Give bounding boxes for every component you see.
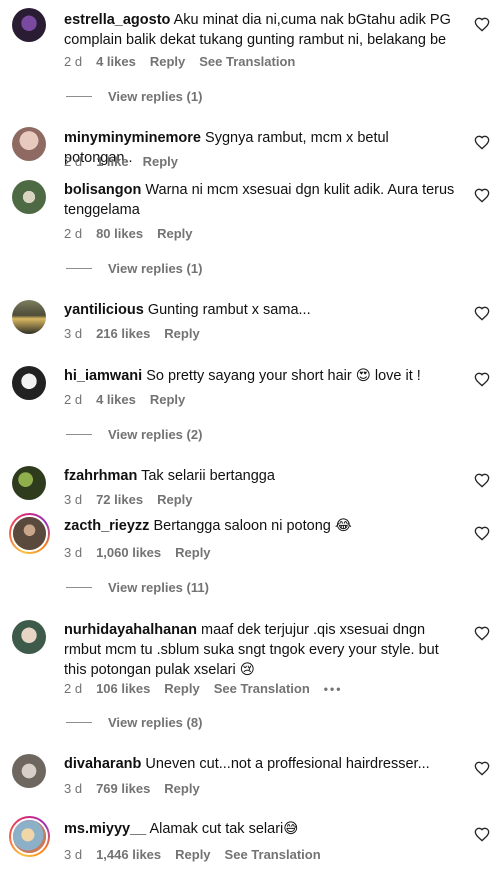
comment-likes[interactable]: 4 likes xyxy=(96,54,136,69)
reply-button[interactable]: Reply xyxy=(157,492,192,507)
view-replies-button[interactable]: View replies (11) xyxy=(66,580,209,595)
avatar[interactable] xyxy=(12,180,46,214)
view-replies-button[interactable]: View replies (8) xyxy=(66,715,202,730)
comment-meta: 2 d 106 likes Reply See Translation ••• xyxy=(64,681,356,696)
comment-username[interactable]: bolisangon xyxy=(64,182,141,198)
comment-time: 2 d xyxy=(64,226,83,241)
see-translation-link[interactable]: See Translation xyxy=(214,681,310,696)
comment-likes[interactable]: 769 likes xyxy=(96,781,150,796)
comment-likes[interactable]: 1 like xyxy=(96,154,129,169)
comment-meta: 3 d 1,060 likes Reply xyxy=(64,545,225,560)
view-replies-button[interactable]: View replies (2) xyxy=(66,427,202,442)
heart-icon[interactable] xyxy=(474,761,490,777)
avatar[interactable] xyxy=(12,754,46,788)
comment-username[interactable]: estrella_agosto xyxy=(64,12,170,28)
comment-username[interactable]: minyminyminemore xyxy=(64,130,201,146)
divider-line xyxy=(66,722,92,723)
comment-username[interactable]: hi_iamwani xyxy=(64,368,142,384)
reply-button[interactable]: Reply xyxy=(164,681,199,696)
reply-button[interactable]: Reply xyxy=(164,326,199,341)
comment-meta: 2 d 1 like Reply xyxy=(64,154,192,169)
reply-button[interactable]: Reply xyxy=(157,226,192,241)
comment-time: 3 d xyxy=(64,492,83,507)
reply-button[interactable]: Reply xyxy=(175,847,210,862)
avatar[interactable] xyxy=(12,300,46,334)
avatar[interactable] xyxy=(12,620,46,654)
comment-meta: 3 d 216 likes Reply xyxy=(64,326,214,341)
divider-line xyxy=(66,434,92,435)
view-replies-label: View replies (8) xyxy=(108,715,203,730)
comment-text: Tak selarii bertangga xyxy=(141,468,275,484)
more-options-icon[interactable]: ••• xyxy=(324,682,343,696)
view-replies-button[interactable]: View replies (1) xyxy=(66,261,202,276)
divider-line xyxy=(66,96,92,97)
comment-meta: 2 d 4 likes Reply See Translation xyxy=(64,54,309,69)
comment-meta: 2 d 80 likes Reply xyxy=(64,226,206,241)
comment-text: Bertangga saloon ni potong 😂 xyxy=(153,518,352,534)
comment-likes[interactable]: 216 likes xyxy=(96,326,150,341)
reply-button[interactable]: Reply xyxy=(164,781,199,796)
reply-button[interactable]: Reply xyxy=(150,54,185,69)
see-translation-link[interactable]: See Translation xyxy=(199,54,295,69)
view-replies-label: View replies (2) xyxy=(108,427,203,442)
comment-likes[interactable]: 1,446 likes xyxy=(96,847,161,862)
avatar[interactable] xyxy=(12,366,46,400)
comment-meta: 3 d 72 likes Reply xyxy=(64,492,206,507)
heart-icon[interactable] xyxy=(474,526,490,542)
comment-meta: 2 d 4 likes Reply xyxy=(64,392,199,407)
comment-likes[interactable]: 4 likes xyxy=(96,392,136,407)
comment-meta: 3 d 769 likes Reply xyxy=(64,781,214,796)
view-replies-label: View replies (1) xyxy=(108,261,203,276)
comment-username[interactable]: ms.miyyy__ xyxy=(64,821,146,837)
comment-likes[interactable]: 80 likes xyxy=(96,226,143,241)
comment-time: 3 d xyxy=(64,847,83,862)
view-replies-button[interactable]: View replies (1) xyxy=(66,89,202,104)
see-translation-link[interactable]: See Translation xyxy=(225,847,321,862)
comment-time: 3 d xyxy=(64,545,83,560)
comment-text: Uneven cut...not a proffesional hairdres… xyxy=(145,756,430,772)
comment-time: 2 d xyxy=(64,154,83,169)
heart-icon[interactable] xyxy=(474,135,490,151)
comment-username[interactable]: fzahrhman xyxy=(64,468,137,484)
heart-icon[interactable] xyxy=(474,626,490,642)
view-replies-label: View replies (11) xyxy=(108,580,209,595)
comment-time: 2 d xyxy=(64,54,83,69)
heart-icon[interactable] xyxy=(474,473,490,489)
avatar-image xyxy=(11,818,48,855)
avatar[interactable] xyxy=(9,513,50,554)
avatar-image xyxy=(11,515,48,552)
comment-username[interactable]: yantilicious xyxy=(64,302,144,318)
reply-button[interactable]: Reply xyxy=(143,154,178,169)
comment-username[interactable]: zacth_rieyzz xyxy=(64,518,149,534)
comment-likes[interactable]: 1,060 likes xyxy=(96,545,161,560)
comment-time: 2 d xyxy=(64,392,83,407)
heart-icon[interactable] xyxy=(474,827,490,843)
comment-time: 3 d xyxy=(64,326,83,341)
divider-line xyxy=(66,587,92,588)
comment-time: 3 d xyxy=(64,781,83,796)
comment-text: Alamak cut tak selari😅 xyxy=(149,821,299,837)
comment-text: So pretty sayang your short hair 😍 love … xyxy=(146,368,421,384)
view-replies-label: View replies (1) xyxy=(108,89,203,104)
comment-time: 2 d xyxy=(64,681,83,696)
heart-icon[interactable] xyxy=(474,17,490,33)
comment-username[interactable]: divaharanb xyxy=(64,756,141,772)
reply-button[interactable]: Reply xyxy=(150,392,185,407)
avatar[interactable] xyxy=(12,466,46,500)
heart-icon[interactable] xyxy=(474,372,490,388)
comment-username[interactable]: nurhidayahalhanan xyxy=(64,622,197,638)
avatar[interactable] xyxy=(12,127,46,161)
comment-meta: 3 d 1,446 likes Reply See Translation xyxy=(64,847,335,862)
comment-likes[interactable]: 106 likes xyxy=(96,681,150,696)
heart-icon[interactable] xyxy=(474,188,490,204)
divider-line xyxy=(66,268,92,269)
reply-button[interactable]: Reply xyxy=(175,545,210,560)
comment-likes[interactable]: 72 likes xyxy=(96,492,143,507)
heart-icon[interactable] xyxy=(474,306,490,322)
avatar[interactable] xyxy=(12,8,46,42)
avatar[interactable] xyxy=(9,816,50,857)
comment-text: Gunting rambut x sama... xyxy=(147,302,311,318)
